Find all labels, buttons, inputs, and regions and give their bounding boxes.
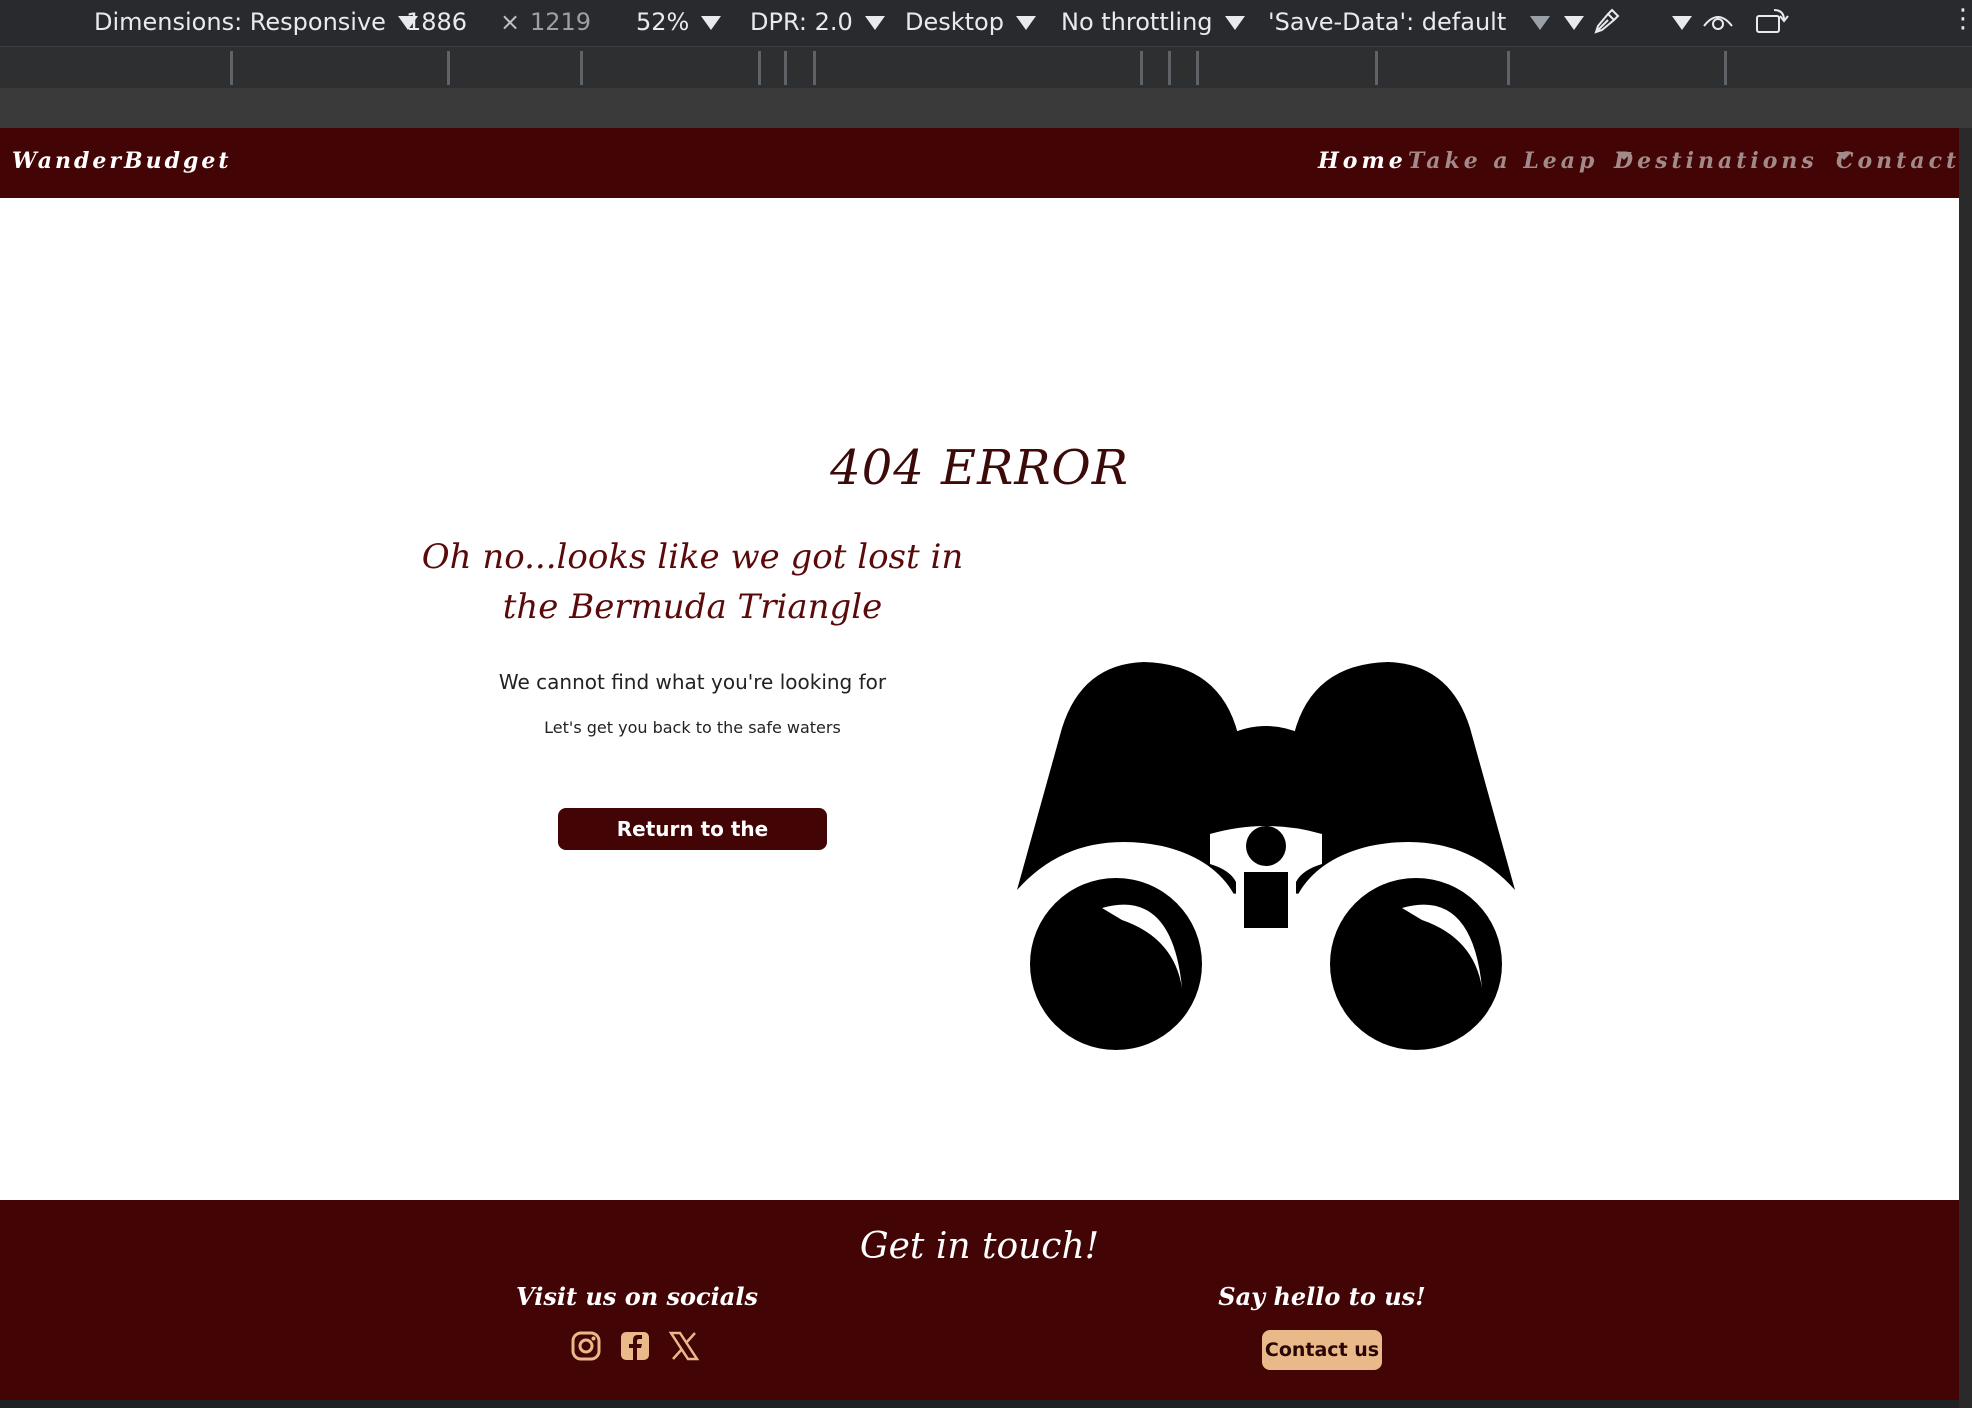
brand-logo[interactable]: WanderBudget	[12, 148, 232, 174]
throttling-label: No throttling	[1061, 8, 1213, 36]
site-navbar: WanderBudget Home Take a Leap Destinatio…	[0, 128, 1959, 198]
ruler-tick[interactable]	[813, 51, 816, 85]
ruler-tick[interactable]	[580, 51, 583, 85]
nav-contact[interactable]: Contact	[1836, 148, 1959, 174]
instagram-icon[interactable]	[570, 1330, 602, 1362]
width-input[interactable]: 1886	[406, 8, 467, 36]
contact-us-button[interactable]: Contact us	[1262, 1330, 1382, 1370]
page-title: 404 ERROR	[830, 440, 1129, 496]
ruler-tick[interactable]	[1724, 51, 1727, 85]
dimensions-dropdown[interactable]: Dimensions: Responsive	[94, 8, 418, 36]
ruler-tick[interactable]	[1507, 51, 1510, 85]
x-twitter-icon[interactable]	[668, 1330, 700, 1362]
nav-destinations[interactable]: Destinations	[1614, 148, 1852, 174]
ruler-tick[interactable]	[230, 51, 233, 85]
site-footer: Get in touch! Visit us on socials Say he…	[0, 1200, 1959, 1400]
dimensions-label: Dimensions: Responsive	[94, 8, 386, 36]
ruler-tick[interactable]	[447, 51, 450, 85]
ruler-tick[interactable]	[1168, 51, 1171, 85]
chevron-down-icon	[864, 16, 885, 30]
chevron-down-icon	[701, 16, 722, 30]
save-data-dropdown[interactable]: 'Save-Data': default	[1268, 8, 1551, 36]
times-icon: ×	[500, 8, 521, 36]
lost-heading-line2: the Bermuda Triangle	[502, 587, 883, 627]
nav-home[interactable]: Home	[1318, 148, 1407, 174]
device-dropdown[interactable]: Desktop	[905, 8, 1036, 36]
ruler-tick[interactable]	[758, 51, 761, 85]
zoom-dropdown[interactable]: 52%	[636, 8, 722, 36]
binoculars-icon	[1017, 662, 1515, 1050]
devtools-device-toolbar: Dimensions: Responsive 1886 × 1219 52% D…	[0, 0, 1972, 46]
dpr-label: DPR: 2.0	[750, 8, 853, 36]
ruler-tick[interactable]	[1375, 51, 1378, 85]
rotate-icon[interactable]	[1754, 4, 1790, 36]
lost-heading-line1: Oh no...looks like we got lost in	[421, 537, 964, 577]
height-input[interactable]: 1219	[530, 8, 591, 36]
page-viewport: WanderBudget Home Take a Leap Destinatio…	[0, 128, 1959, 1400]
chevron-down-icon	[1530, 16, 1551, 30]
ruler-tick[interactable]	[1140, 51, 1143, 85]
capture-dropdown[interactable]	[1660, 8, 1692, 36]
lost-heading: Oh no...looks like we got lost in the Be…	[420, 532, 965, 632]
media-query-ruler	[0, 46, 1972, 90]
nav-destinations-label: Destinations	[1614, 148, 1818, 174]
ruler-tick[interactable]	[1196, 51, 1199, 85]
devtools-spacer	[0, 88, 1972, 128]
socials-heading: Visit us on socials	[516, 1282, 758, 1311]
safe-waters-text: Let's get you back to the safe waters	[544, 718, 841, 737]
save-data-label: 'Save-Data': default	[1268, 8, 1507, 36]
eyedropper-icon[interactable]	[1590, 4, 1624, 38]
more-options-dropdown[interactable]	[1552, 8, 1584, 36]
nav-take-a-leap-label: Take a Leap	[1408, 148, 1599, 174]
cannot-find-text: We cannot find what you're looking for	[498, 670, 887, 694]
kebab-menu-icon[interactable]: ⋮	[1950, 4, 1972, 34]
vision-deficiency-icon[interactable]	[1700, 6, 1736, 36]
throttling-dropdown[interactable]: No throttling	[1061, 8, 1245, 36]
viewport-resize-handle[interactable]	[1959, 128, 1972, 1408]
nav-take-a-leap[interactable]: Take a Leap	[1408, 148, 1633, 174]
device-label: Desktop	[905, 8, 1004, 36]
ruler-tick[interactable]	[784, 51, 787, 85]
zoom-label: 52%	[636, 8, 690, 36]
chevron-down-icon	[1564, 16, 1584, 30]
chevron-down-icon	[1224, 16, 1245, 30]
dpr-dropdown[interactable]: DPR: 2.0	[750, 8, 885, 36]
hello-heading: Say hello to us!	[1218, 1282, 1426, 1311]
social-links	[570, 1330, 700, 1370]
chevron-down-icon	[1015, 16, 1036, 30]
chevron-down-icon	[1672, 16, 1692, 30]
footer-title: Get in touch!	[859, 1226, 1100, 1267]
facebook-icon[interactable]	[619, 1330, 651, 1362]
return-home-button[interactable]: Return to the Homepage	[558, 808, 827, 883]
